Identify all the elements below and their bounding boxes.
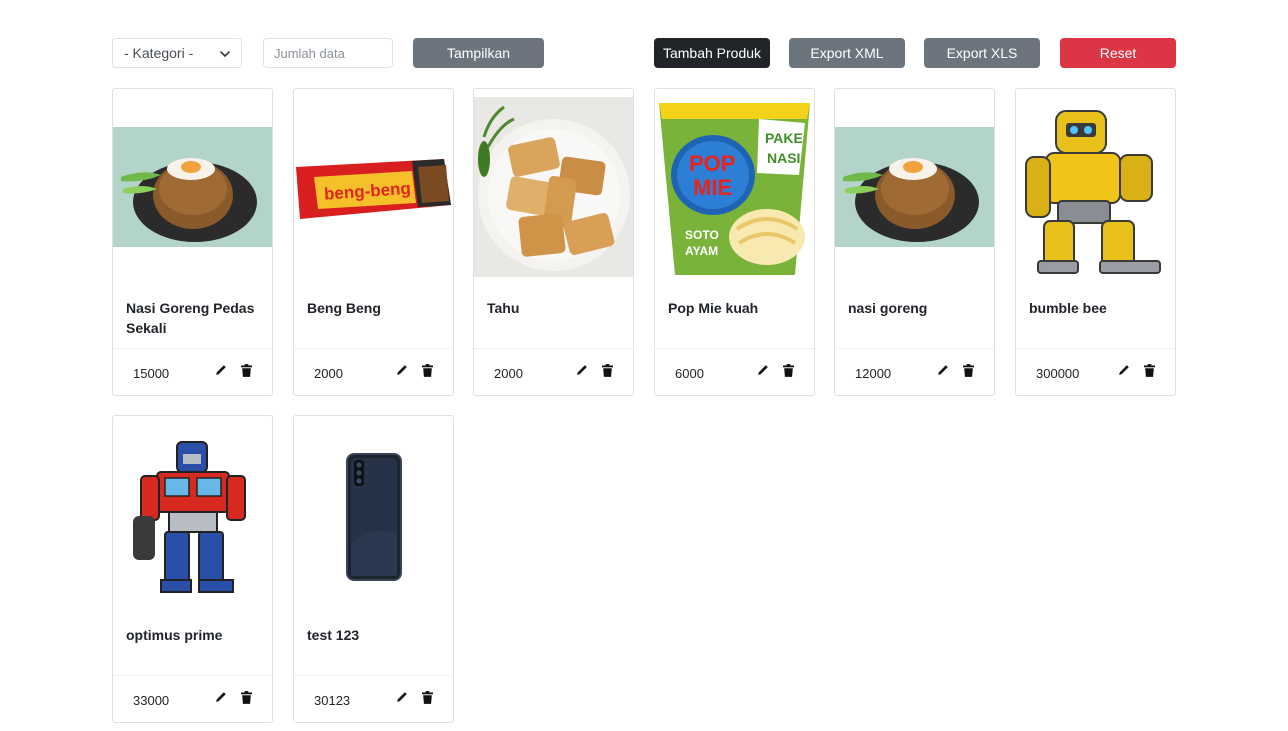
export-xls-button[interactable]: Export XLS bbox=[924, 38, 1040, 68]
product-card: test 123 30123 bbox=[293, 415, 454, 723]
add-product-button[interactable]: Tambah Produk bbox=[654, 38, 770, 68]
product-price: 300000 bbox=[1036, 366, 1080, 381]
product-price: 2000 bbox=[494, 366, 523, 381]
pencil-icon[interactable] bbox=[214, 691, 227, 704]
product-name: test 123 bbox=[307, 627, 360, 643]
pencil-icon[interactable] bbox=[395, 691, 408, 704]
show-button[interactable]: Tampilkan bbox=[413, 38, 544, 68]
toolbar: - Kategori - Tampilkan Tambah Produk Exp… bbox=[0, 0, 1288, 80]
fried-rice-image bbox=[113, 97, 272, 277]
product-card: Tahu 2000 bbox=[473, 88, 634, 396]
category-select-value: - Kategori - bbox=[124, 45, 194, 61]
product-name: Nasi Goreng Pedas Sekali bbox=[126, 300, 255, 336]
product-name: nasi goreng bbox=[848, 300, 928, 316]
svg-text:MIE: MIE bbox=[693, 175, 732, 200]
product-price: 33000 bbox=[133, 693, 170, 708]
product-name: bumble bee bbox=[1029, 300, 1107, 316]
product-price: 15000 bbox=[133, 366, 170, 381]
trash-icon[interactable] bbox=[241, 691, 252, 704]
pencil-icon[interactable] bbox=[214, 364, 227, 377]
card-footer: 15000 bbox=[113, 348, 272, 396]
fried-rice-image bbox=[835, 97, 994, 277]
product-price: 12000 bbox=[855, 366, 892, 381]
svg-text:SOTO: SOTO bbox=[685, 228, 719, 242]
red-blue-robot-image bbox=[113, 424, 272, 604]
trash-icon[interactable] bbox=[422, 691, 433, 704]
card-footer: 30123 bbox=[294, 675, 453, 723]
product-card: beng-beng Beng Beng 2000 bbox=[293, 88, 454, 396]
trash-icon[interactable] bbox=[602, 364, 613, 377]
pencil-icon[interactable] bbox=[395, 364, 408, 377]
chocolate-bar-image: beng-beng bbox=[294, 97, 453, 277]
product-name: Beng Beng bbox=[307, 300, 381, 316]
product-card: POP MIE PAKE NASI SOTO AYAM Pop Mie kuah… bbox=[654, 88, 815, 396]
count-input[interactable] bbox=[263, 38, 393, 68]
product-price: 6000 bbox=[675, 366, 704, 381]
card-footer: 6000 bbox=[655, 348, 814, 396]
trash-icon[interactable] bbox=[1144, 364, 1155, 377]
svg-text:POP: POP bbox=[689, 151, 735, 176]
trash-icon[interactable] bbox=[963, 364, 974, 377]
svg-text:NASI: NASI bbox=[767, 150, 800, 166]
card-footer: 33000 bbox=[113, 675, 272, 723]
smartphone-image bbox=[294, 424, 453, 604]
product-card: optimus prime 33000 bbox=[112, 415, 273, 723]
card-footer: 300000 bbox=[1016, 348, 1175, 396]
reset-button[interactable]: Reset bbox=[1060, 38, 1176, 68]
pencil-icon[interactable] bbox=[1117, 364, 1130, 377]
product-card: nasi goreng 12000 bbox=[834, 88, 995, 396]
pencil-icon[interactable] bbox=[575, 364, 588, 377]
product-price: 30123 bbox=[314, 693, 351, 708]
trash-icon[interactable] bbox=[241, 364, 252, 377]
svg-text:PAKE: PAKE bbox=[765, 130, 803, 146]
instant-noodle-cup-image: POP MIE PAKE NASI SOTO AYAM bbox=[655, 97, 814, 277]
card-footer: 12000 bbox=[835, 348, 994, 396]
yellow-robot-image bbox=[1016, 97, 1175, 277]
svg-text:AYAM: AYAM bbox=[685, 244, 718, 258]
fried-tofu-image bbox=[474, 97, 633, 277]
card-footer: 2000 bbox=[294, 348, 453, 396]
trash-icon[interactable] bbox=[783, 364, 794, 377]
pencil-icon[interactable] bbox=[756, 364, 769, 377]
export-xml-button[interactable]: Export XML bbox=[789, 38, 905, 68]
product-name: Pop Mie kuah bbox=[668, 300, 759, 316]
card-footer: 2000 bbox=[474, 348, 633, 396]
product-card: bumble bee 300000 bbox=[1015, 88, 1176, 396]
trash-icon[interactable] bbox=[422, 364, 433, 377]
chevron-down-icon bbox=[220, 51, 230, 57]
category-select[interactable]: - Kategori - bbox=[112, 38, 242, 68]
product-price: 2000 bbox=[314, 366, 343, 381]
product-name: Tahu bbox=[487, 300, 520, 316]
pencil-icon[interactable] bbox=[936, 364, 949, 377]
product-card: Nasi Goreng Pedas Sekali 15000 bbox=[112, 88, 273, 396]
product-name: optimus prime bbox=[126, 627, 223, 643]
